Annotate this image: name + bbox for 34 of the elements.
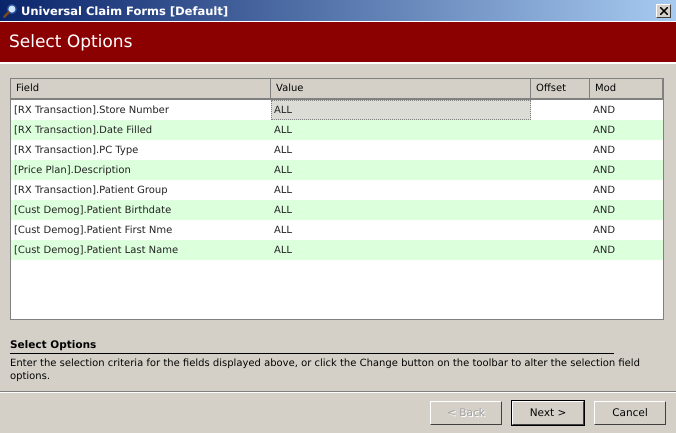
- help-title: Select Options: [10, 339, 614, 354]
- help-text: Enter the selection criteria for the fields displayed above, or click the Change button on the toolbar to alter the selection field options.: [10, 357, 641, 383]
- window-title: Universal Claim Forms [Default]: [21, 4, 230, 18]
- table-cell-text: [Cust Demog].Patient Birthdate: [13, 204, 172, 218]
- table-cell-text: [Cust Demog].Patient First Nme: [13, 224, 174, 238]
- page-title: Select Options: [9, 32, 132, 52]
- wizard-button[interactable]: Next >: [512, 400, 584, 424]
- table-cell-text: AND: [592, 164, 616, 178]
- column-header[interactable]: Offset: [531, 79, 590, 98]
- table-cell-text: [Cust Demog].Patient Last Name: [13, 244, 180, 258]
- column-header[interactable]: Mod: [590, 79, 663, 98]
- table-cell-text: AND: [592, 224, 616, 238]
- table-cell-text: [RX Transaction].PC Type: [13, 144, 140, 158]
- table-row[interactable]: [Cust Demog].Patient Last Name ALL AND: [11, 240, 663, 260]
- table-row[interactable]: [Cust Demog].Patient Birthdate ALL AND: [11, 200, 663, 220]
- column-header[interactable]: Value: [271, 79, 531, 98]
- table-cell-text: [RX Transaction].Date Filled: [13, 124, 154, 138]
- table-cell-text: AND: [592, 204, 616, 218]
- column-header[interactable]: Field: [11, 79, 271, 98]
- table-cell-text: [RX Transaction].Patient Group: [13, 184, 169, 198]
- table-row[interactable]: [Price Plan].Description ALL AND: [11, 160, 663, 180]
- wizard-button[interactable]: Cancel: [594, 400, 666, 424]
- close-button[interactable]: [656, 4, 671, 18]
- table-row[interactable]: [RX Transaction].Date Filled ALL AND: [11, 120, 663, 140]
- table-cell: ALL: [271, 100, 531, 120]
- table-cell-text: [Price Plan].Description: [13, 164, 132, 178]
- table-cell-text: AND: [592, 144, 616, 158]
- close-icon: [660, 6, 668, 14]
- table-cell-text: AND: [592, 124, 616, 138]
- table-cell-text: [RX Transaction].Store Number: [13, 104, 170, 118]
- table-cell-text: AND: [592, 184, 616, 198]
- table-cell-text: AND: [592, 104, 616, 118]
- magnifier-icon: [3, 3, 18, 18]
- table-cell-text: AND: [592, 244, 616, 258]
